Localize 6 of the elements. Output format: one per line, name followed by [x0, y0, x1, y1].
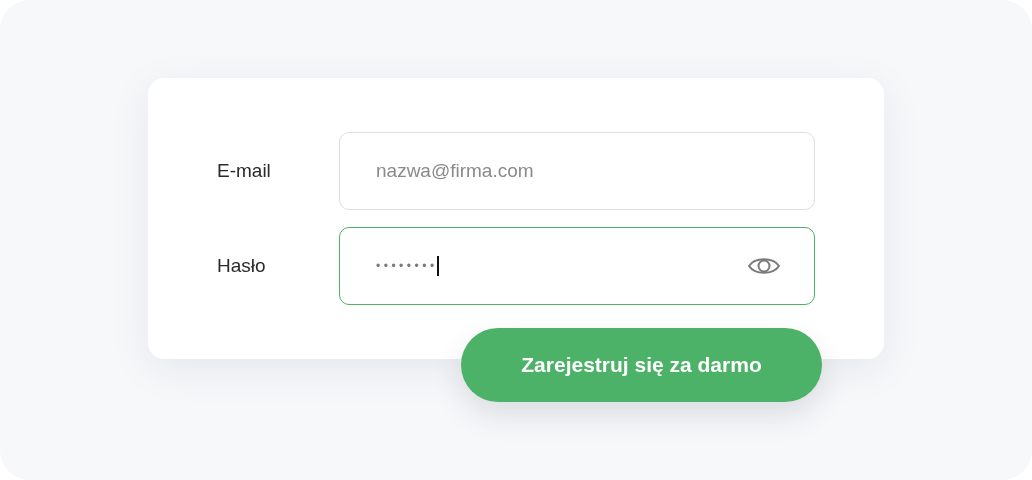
field-label: E-mail — [217, 160, 272, 182]
email-field[interactable]: nazwa@firma.com — [339, 132, 815, 210]
password-field[interactable]: •••••••• — [339, 227, 815, 305]
text-caret — [436, 256, 439, 276]
field-label: Hasło — [217, 255, 267, 277]
signup-button[interactable]: Zarejestruj się za darmo — [461, 328, 822, 402]
